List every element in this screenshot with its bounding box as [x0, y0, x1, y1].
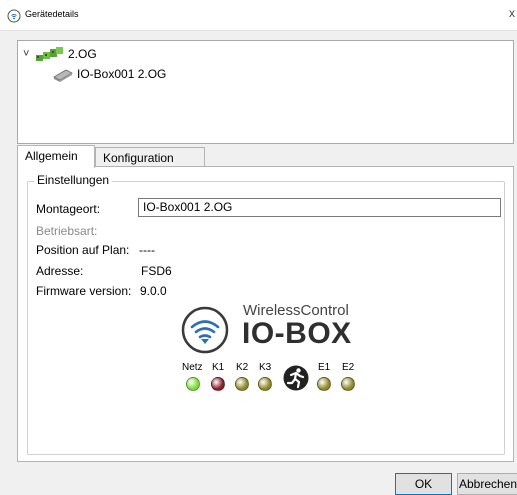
ok-button[interactable]: OK	[395, 473, 452, 495]
led-e1-indicator	[317, 377, 331, 391]
betriebsart-label: Betriebsart:	[36, 224, 98, 238]
settings-group-label: Einstellungen	[34, 173, 113, 187]
led-label-e2: E2	[342, 362, 355, 373]
led-label-k1: K1	[212, 362, 225, 373]
running-man-icon	[283, 365, 309, 391]
position-label: Position auf Plan:	[36, 243, 130, 257]
title-bar: Gerätedetails x	[0, 0, 517, 31]
device-tree[interactable]: ˅ 2.OG IO-Box001 2.OG	[17, 40, 514, 144]
chevron-down-icon[interactable]: ˅	[23, 48, 35, 60]
tab-allgemein[interactable]: Allgemein	[17, 145, 95, 168]
app-icon	[7, 9, 21, 23]
led-e2-indicator	[341, 377, 355, 391]
tree-node-io-box[interactable]: IO-Box001 2.OG	[52, 64, 166, 84]
firmware-label: Firmware version:	[36, 284, 132, 298]
firmware-value: 9.0.0	[140, 284, 167, 298]
tree-node-label: IO-Box001 2.OG	[77, 67, 167, 81]
cancel-button[interactable]: Abbrechen	[457, 473, 517, 495]
led-label-k3: K3	[259, 362, 272, 373]
led-k2-indicator	[235, 377, 249, 391]
led-k3-indicator	[258, 377, 272, 391]
tab-konfiguration[interactable]: Konfiguration	[95, 147, 205, 167]
adresse-value: FSD6	[141, 264, 172, 278]
close-button[interactable]: x	[509, 7, 515, 19]
window-title: Gerätedetails	[25, 9, 79, 19]
led-k1-indicator	[211, 377, 225, 391]
position-value: ----	[139, 243, 155, 257]
tree-node-label: 2.OG	[68, 47, 97, 61]
led-label-e1: E1	[318, 362, 331, 373]
tree-node-floor[interactable]: ˅ 2.OG	[23, 44, 97, 64]
floor-devices-icon	[36, 47, 63, 61]
adresse-label: Adresse:	[36, 264, 84, 278]
montageort-label: Montageort:	[36, 202, 101, 216]
led-netz-indicator	[186, 377, 200, 391]
led-label-k2: K2	[236, 362, 249, 373]
product-name: IO-BOX	[242, 317, 352, 350]
io-box-icon	[53, 69, 73, 82]
montageort-input[interactable]: IO-Box001 2.OG	[138, 198, 501, 217]
wireless-control-logo-icon	[181, 306, 229, 354]
led-label-netz: Netz	[182, 362, 203, 373]
